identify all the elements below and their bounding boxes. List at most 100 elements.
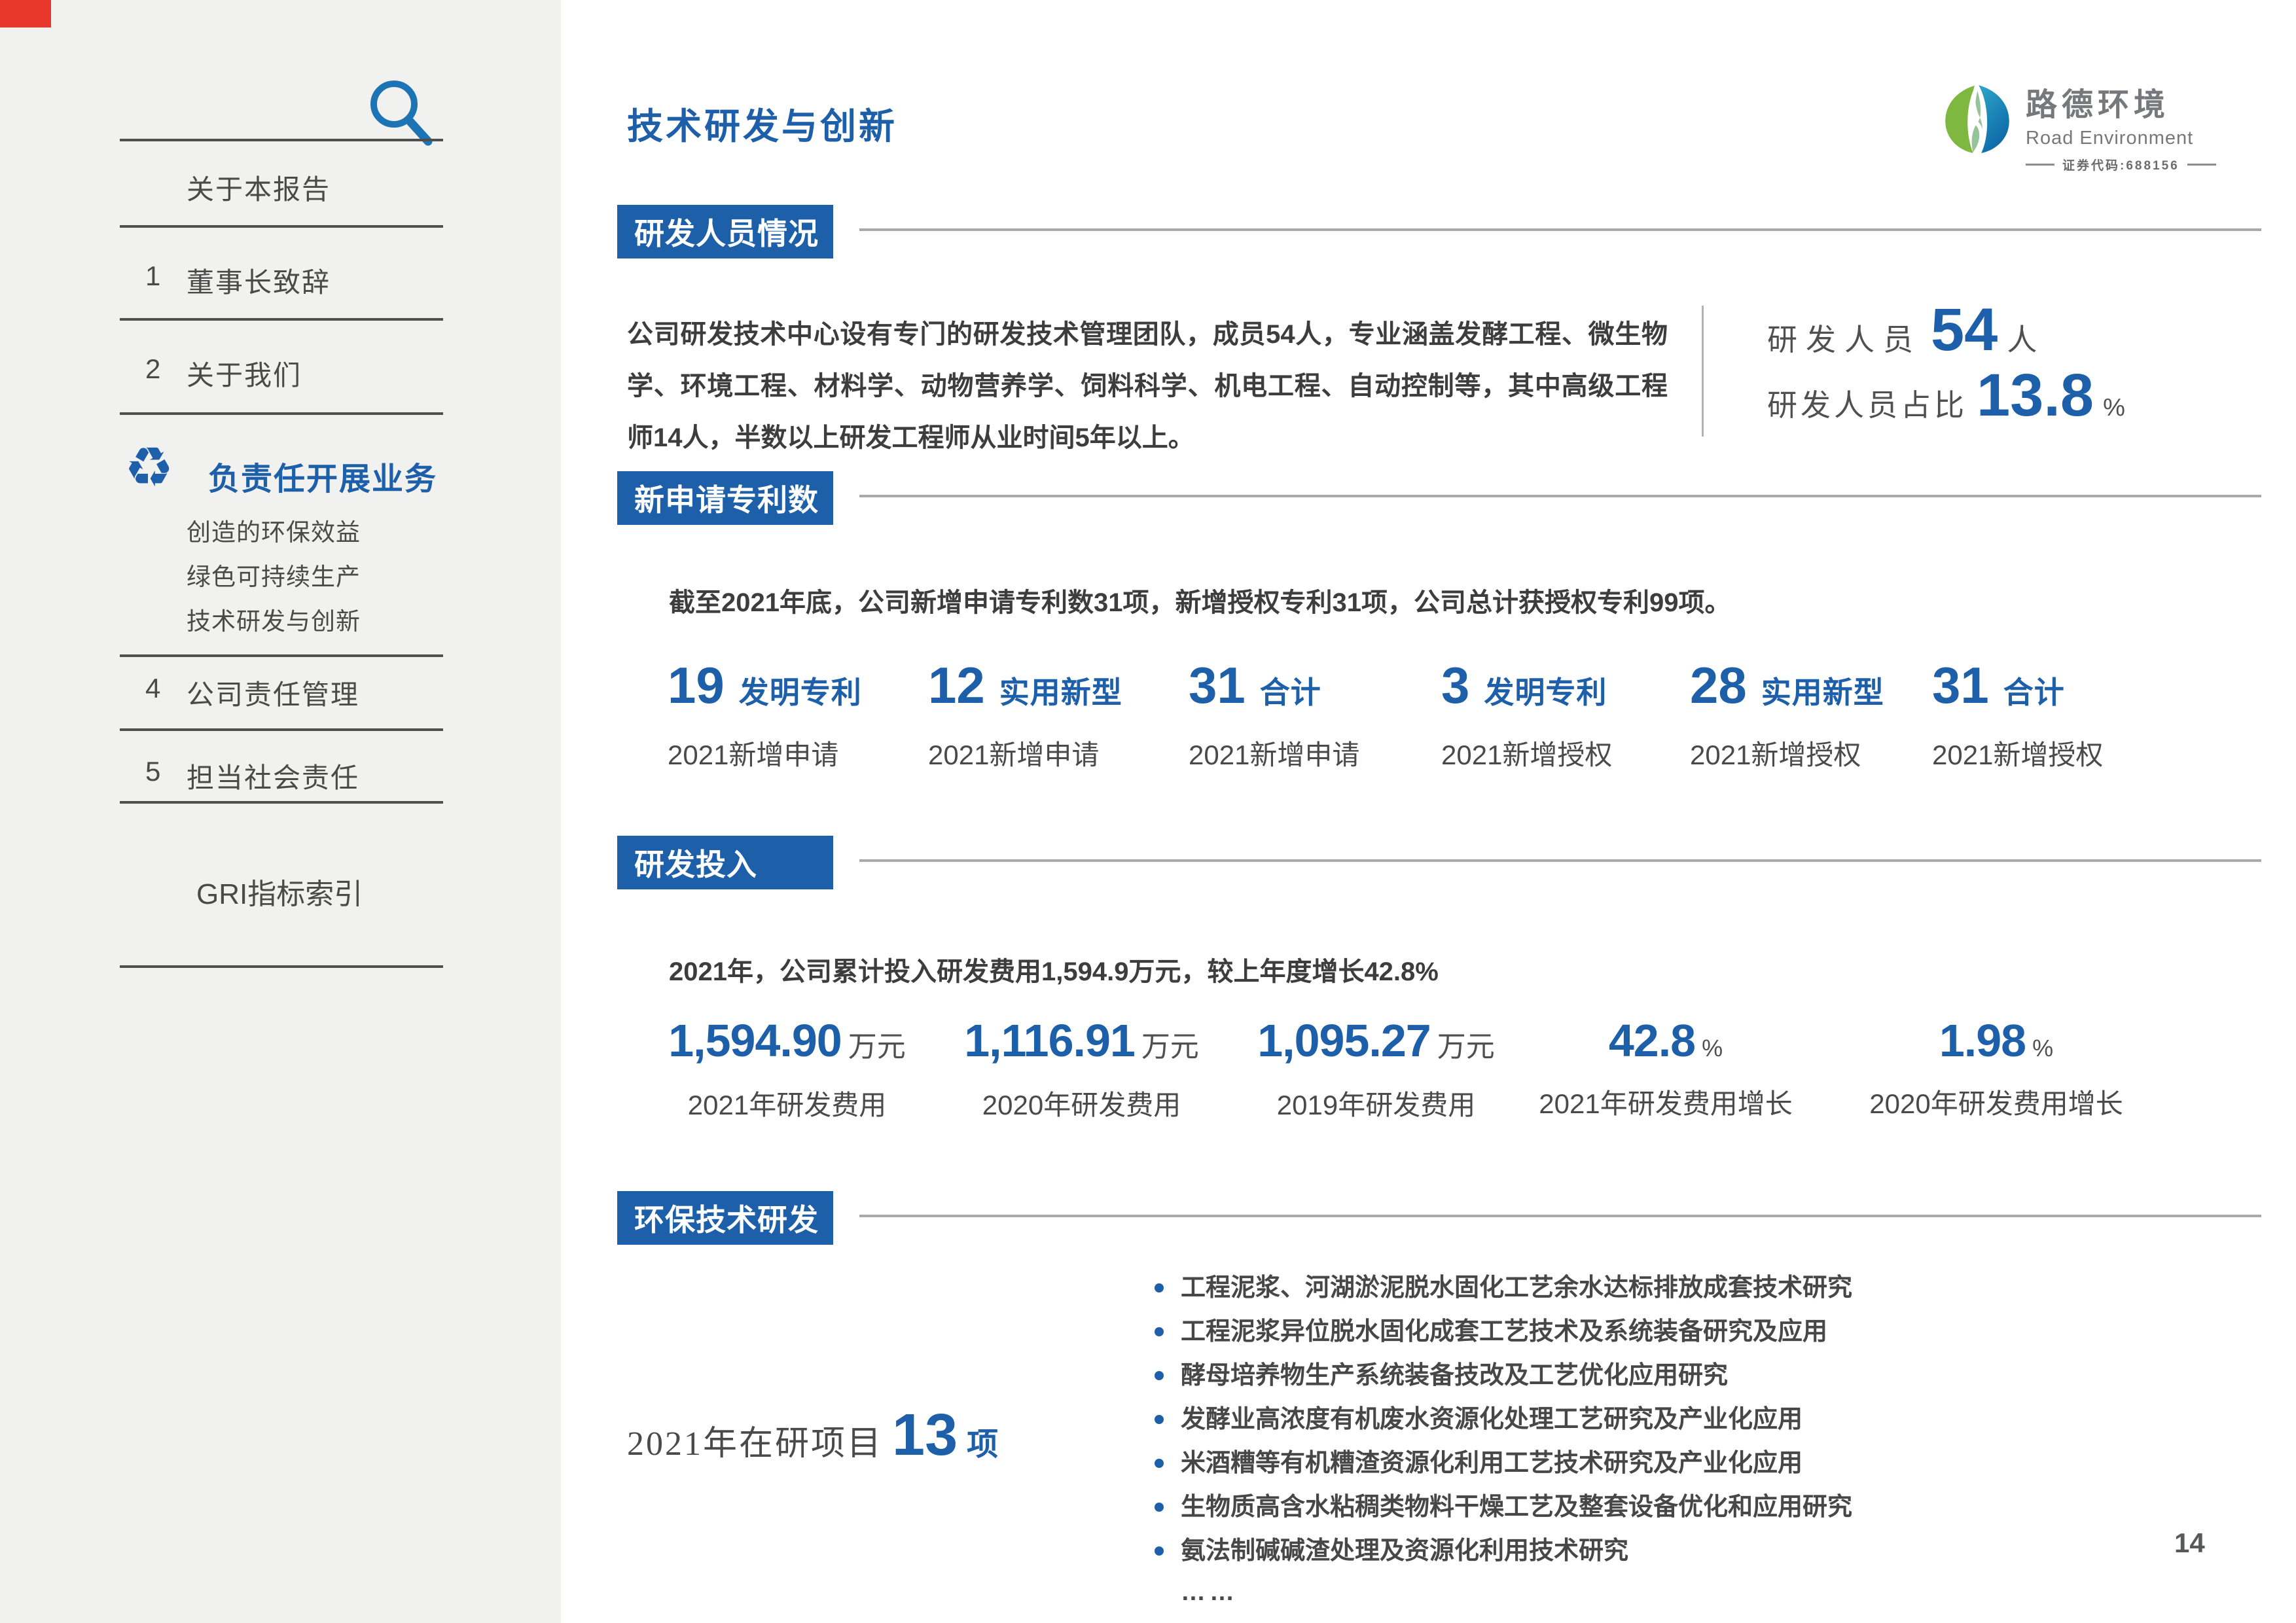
stat-value: 31 bbox=[1932, 660, 1989, 711]
stat-label: 2020年研发费用增长 bbox=[1849, 1082, 2144, 1122]
list-ellipsis: …… bbox=[1181, 1578, 1238, 1607]
project-list: 工程泥浆、河湖淤泥脱水固化工艺余水达标排放成套技术研究 工程泥浆异位脱水固化成套… bbox=[1151, 1274, 1969, 1580]
patent-stat: 3 发明专利 2021新增授权 bbox=[1441, 660, 1612, 773]
stat-label: 2019年研发费用 bbox=[1234, 1083, 1518, 1123]
patent-stat: 19 发明专利 2021新增申请 bbox=[668, 660, 862, 773]
sidebar-subitem-tech-innovation[interactable]: 技术研发与创新 bbox=[187, 601, 361, 637]
stat-value: 42.8 bbox=[1609, 1018, 1695, 1063]
sidebar-item-about-us[interactable]: 2 关于我们 bbox=[0, 353, 561, 393]
stat-value: 1,116.91 bbox=[964, 1018, 1135, 1063]
section-header-investment: 研发投入 bbox=[617, 836, 833, 889]
patents-intro: 截至2021年底，公司新增申请专利数31项，新增授权专利31项，公司总计获授权专… bbox=[669, 581, 1731, 619]
stat-label: 2021年研发费用 bbox=[645, 1083, 929, 1123]
sidebar-item-number: 4 bbox=[145, 673, 160, 704]
report-page: 关于本报告 1 董事长致辞 2 关于我们 ♻ 负责任开展业务 创造的环保效益 绿… bbox=[0, 0, 2296, 1623]
projects-count: 2021年在研项目 13 项 bbox=[627, 1406, 998, 1465]
stat-value: 1,594.90 bbox=[668, 1018, 841, 1063]
patent-stat: 31 合计 2021新增申请 bbox=[1189, 660, 1359, 773]
list-item: 发酵业高浓度有机废水资源化处理工艺研究及产业化应用 bbox=[1151, 1405, 1969, 1434]
stat-value: 19 bbox=[668, 660, 725, 711]
stat-label: 实用新型 bbox=[1761, 669, 1884, 712]
section-rule bbox=[859, 1215, 2261, 1217]
stat-sublabel: 2021新增授权 bbox=[1441, 733, 1612, 773]
sidebar-item-gri-index[interactable]: GRI指标索引 bbox=[196, 870, 363, 912]
stat-label: 发明专利 bbox=[1484, 669, 1607, 712]
list-item: 酵母培养物生产系统装备技改及工艺优化应用研究 bbox=[1151, 1361, 1969, 1390]
corner-accent bbox=[0, 0, 51, 27]
stat-value: 13 bbox=[892, 1406, 958, 1465]
sidebar-divider bbox=[120, 965, 443, 968]
stat-value: 1,095.27 bbox=[1257, 1018, 1430, 1063]
stat-sublabel: 2021新增授权 bbox=[1932, 733, 2103, 773]
investment-stat: 1,116.91 万元 2020年研发费用 bbox=[939, 1018, 1224, 1123]
stat-unit: 万元 bbox=[1141, 1023, 1199, 1065]
sidebar-item-label: 关于本报告 bbox=[187, 168, 331, 207]
stat-label: 合计 bbox=[1260, 669, 1321, 712]
sidebar-divider bbox=[120, 412, 443, 415]
stat-value: 54 bbox=[1931, 300, 1998, 360]
list-item: 米酒糟等有机糟渣资源化利用工艺技术研究及产业化应用 bbox=[1151, 1449, 1969, 1478]
logo-dash bbox=[2026, 164, 2054, 166]
stat-value: 12 bbox=[928, 660, 985, 711]
investment-stat: 42.8 % 2021年研发费用增长 bbox=[1518, 1018, 1813, 1122]
patent-stat: 28 实用新型 2021新增授权 bbox=[1690, 660, 1884, 773]
section-header-patents: 新申请专利数 bbox=[617, 471, 833, 525]
company-logo: 路德环境 Road Environment 证券代码:688156 bbox=[1941, 79, 2216, 173]
sidebar-item-label: 董事长致辞 bbox=[187, 260, 331, 300]
sidebar-item-responsibility-management[interactable]: 4 公司责任管理 bbox=[0, 673, 561, 712]
list-item: 氨法制碱碱渣处理及资源化利用技术研究 bbox=[1151, 1537, 1969, 1565]
sidebar-divider bbox=[120, 225, 443, 228]
investment-stat: 1,095.27 万元 2019年研发费用 bbox=[1234, 1018, 1518, 1123]
list-item: 工程泥浆异位脱水固化成套工艺技术及系统装备研究及应用 bbox=[1151, 1317, 1969, 1346]
patent-stat: 12 实用新型 2021新增申请 bbox=[928, 660, 1122, 773]
sidebar: 关于本报告 1 董事长致辞 2 关于我们 ♻ 负责任开展业务 创造的环保效益 绿… bbox=[0, 0, 561, 1623]
sidebar-item-label: 担当社会责任 bbox=[187, 756, 359, 796]
stat-unit: 项 bbox=[967, 1418, 998, 1464]
section-rule bbox=[859, 495, 2261, 497]
stat-unit: % bbox=[1702, 1035, 1723, 1062]
sidebar-item-chairman-address[interactable]: 1 董事长致辞 bbox=[0, 260, 561, 300]
stat-label: 研发人员占比 bbox=[1767, 382, 1967, 425]
recycle-icon: ♻ bbox=[124, 440, 173, 495]
stat-sublabel: 2021新增申请 bbox=[1189, 733, 1359, 773]
stat-label: 2021年研发费用增长 bbox=[1518, 1082, 1813, 1122]
sidebar-subitem-green-production[interactable]: 绿色可持续生产 bbox=[187, 557, 361, 592]
investment-stat: 1,594.90 万元 2021年研发费用 bbox=[645, 1018, 929, 1123]
stat-sublabel: 2021新增授权 bbox=[1690, 733, 1884, 773]
sidebar-divider bbox=[120, 801, 443, 804]
stat-sublabel: 2021新增申请 bbox=[668, 733, 862, 773]
page-number: 14 bbox=[2174, 1527, 2205, 1559]
stat-label: 研发人员 bbox=[1767, 316, 1922, 359]
list-item: 工程泥浆、河湖淤泥脱水固化工艺余水达标排放成套技术研究 bbox=[1151, 1274, 1969, 1302]
sidebar-item-label: 关于我们 bbox=[187, 353, 302, 393]
stat-unit: 万元 bbox=[1437, 1023, 1495, 1065]
vertical-divider bbox=[1702, 306, 1704, 437]
stat-value: 1.98 bbox=[1939, 1018, 2026, 1063]
sidebar-item-number: 5 bbox=[145, 756, 160, 787]
search-icon bbox=[361, 142, 439, 153]
logo-name-cn: 路德环境 bbox=[2026, 79, 2216, 124]
section-rule bbox=[859, 228, 2261, 231]
rd-staff-paragraph: 公司研发技术中心设有专门的研发技术管理团队，成员54人，专业涵盖发酵工程、微生物… bbox=[627, 309, 1668, 464]
logo-leaf-icon bbox=[1941, 82, 2014, 156]
stat-label: 2020年研发费用 bbox=[939, 1083, 1224, 1123]
stat-value: 13.8 bbox=[1977, 365, 2094, 425]
stat-unit: % bbox=[2032, 1035, 2053, 1062]
logo-dash bbox=[2187, 164, 2216, 166]
page-title: 技术研发与创新 bbox=[627, 97, 897, 149]
sidebar-subitem-env-benefits[interactable]: 创造的环保效益 bbox=[187, 512, 361, 548]
sidebar-divider bbox=[120, 139, 443, 141]
stat-rd-staff-ratio: 研发人员占比 13.8 % bbox=[1767, 365, 2125, 425]
sidebar-item-about-report[interactable]: 关于本报告 bbox=[0, 168, 561, 207]
section-rule bbox=[859, 859, 2261, 862]
sidebar-divider bbox=[120, 728, 443, 731]
investment-stat: 1.98 % 2020年研发费用增长 bbox=[1849, 1018, 2144, 1122]
sidebar-item-social-responsibility[interactable]: 5 担当社会责任 bbox=[0, 756, 561, 795]
stat-label: 2021年在研项目 bbox=[627, 1416, 883, 1465]
list-item: 生物质高含水粘稠类物料干燥工艺及整套设备优化和应用研究 bbox=[1151, 1493, 1969, 1522]
stat-sublabel: 2021新增申请 bbox=[928, 733, 1122, 773]
stat-value: 3 bbox=[1441, 660, 1469, 711]
stat-unit: 人 bbox=[2007, 316, 2037, 359]
section-header-env-rd: 环保技术研发 bbox=[617, 1191, 833, 1245]
sidebar-item-responsible-business[interactable]: 负责任开展业务 bbox=[208, 453, 437, 499]
